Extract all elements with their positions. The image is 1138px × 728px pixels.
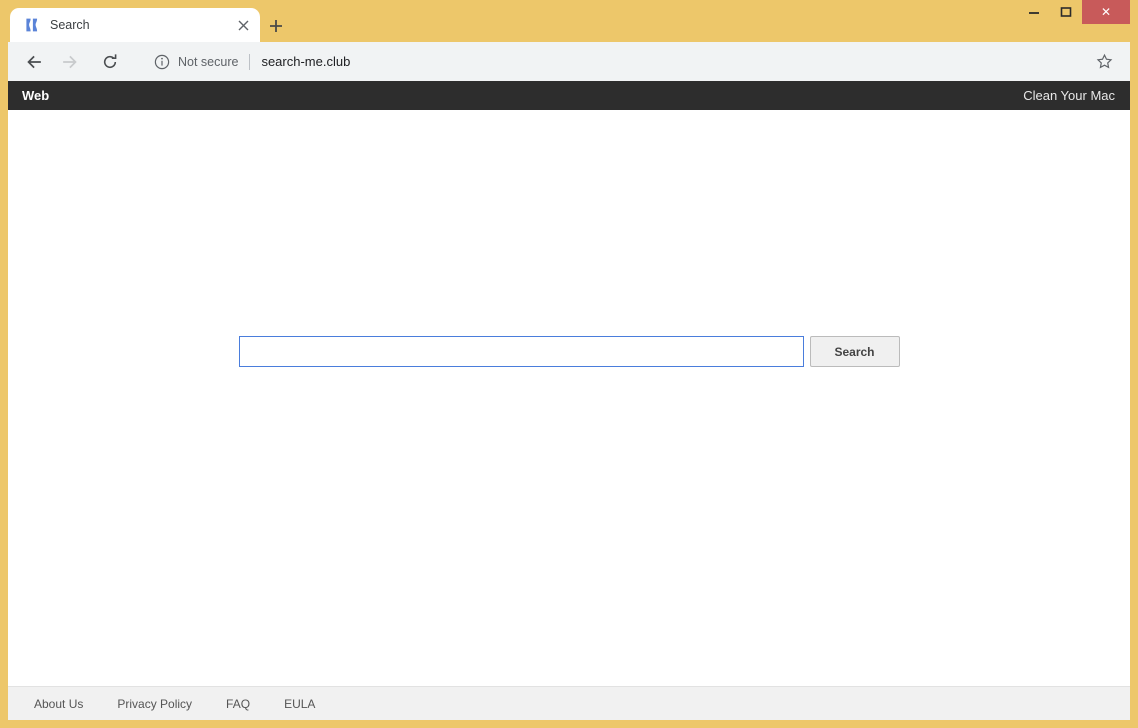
- tab-title: Search: [50, 18, 232, 32]
- search-input[interactable]: [239, 336, 804, 367]
- search-button[interactable]: Search: [810, 336, 900, 367]
- reload-button[interactable]: [96, 48, 124, 76]
- url-text[interactable]: search-me.club: [261, 54, 1090, 69]
- search-area: Search: [8, 336, 1130, 367]
- security-indicator[interactable]: Not secure: [154, 54, 238, 70]
- browser-window: Search ✕: [0, 0, 1138, 728]
- forward-button: [56, 48, 84, 76]
- window-controls: ✕: [1018, 0, 1130, 24]
- search-form: Search: [239, 336, 900, 367]
- site-footer: About Us Privacy Policy FAQ EULA: [8, 686, 1130, 720]
- star-outline-icon[interactable]: [1090, 48, 1118, 76]
- page-viewport: Web Clean Your Mac Search About Us Priva…: [8, 81, 1130, 720]
- browser-toolbar: Not secure search-me.club: [8, 42, 1130, 81]
- close-icon[interactable]: ✕: [1082, 0, 1130, 24]
- tab-close-icon[interactable]: [232, 14, 254, 36]
- tab-strip: Search ✕: [0, 0, 1138, 42]
- back-button[interactable]: [20, 48, 48, 76]
- site-navbar: Web Clean Your Mac: [8, 81, 1130, 110]
- security-label: Not secure: [178, 55, 238, 69]
- info-circle-icon: [154, 54, 170, 70]
- site-favicon-icon: [24, 17, 40, 33]
- minimize-icon[interactable]: [1018, 0, 1050, 24]
- clean-your-mac-link[interactable]: Clean Your Mac: [1023, 88, 1115, 103]
- footer-link-faq[interactable]: FAQ: [226, 697, 250, 711]
- site-nav-item-web[interactable]: Web: [22, 88, 49, 103]
- footer-link-privacy-policy[interactable]: Privacy Policy: [117, 697, 192, 711]
- site-nav-tabs: Web: [8, 81, 49, 110]
- omnibox-divider: [249, 54, 250, 70]
- footer-link-eula[interactable]: EULA: [284, 697, 315, 711]
- new-tab-button[interactable]: [264, 14, 288, 38]
- maximize-icon[interactable]: [1050, 0, 1082, 24]
- address-bar[interactable]: Not secure search-me.club: [144, 48, 1122, 76]
- close-glyph: ✕: [1101, 5, 1111, 19]
- footer-link-about-us[interactable]: About Us: [34, 697, 83, 711]
- browser-tab[interactable]: Search: [10, 8, 260, 42]
